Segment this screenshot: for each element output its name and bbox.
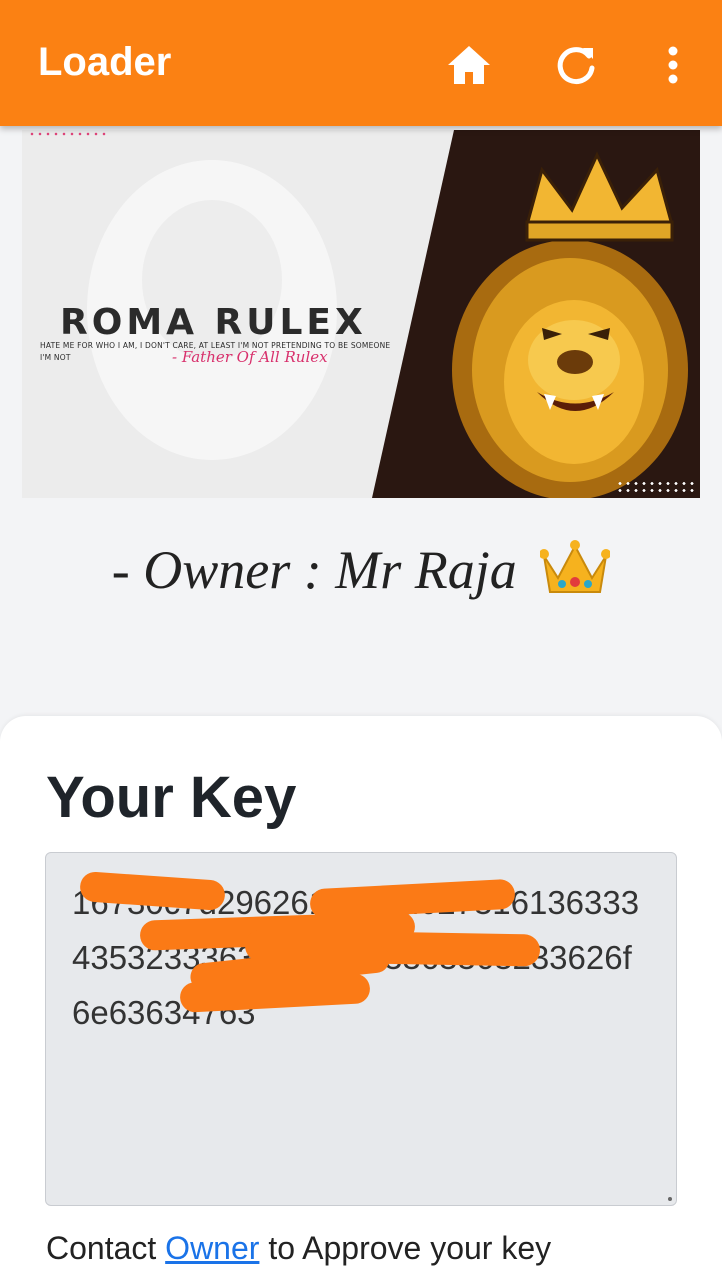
contact-line: Contact Owner to Approve your key (46, 1230, 551, 1267)
owner-link[interactable]: Owner (165, 1230, 259, 1266)
resize-handle[interactable] (668, 1197, 672, 1201)
key-heading: Your Key (46, 765, 297, 830)
home-icon[interactable] (444, 40, 494, 90)
crown-icon (539, 538, 612, 613)
app-title: Loader (38, 40, 172, 84)
banner-brand: ROMA RULEX (60, 302, 367, 343)
app-bar: Loader (0, 0, 722, 126)
contact-suffix: to Approve your key (259, 1230, 552, 1266)
more-vert-icon[interactable] (648, 40, 698, 90)
banner-image: ROMA RULEX HATE ME FOR WHO I AM, I DON'T… (22, 130, 700, 498)
owner-line: - Owner : Mr Raja (0, 538, 722, 613)
decorative-dots (616, 480, 696, 494)
decorative-dots (28, 132, 108, 136)
refresh-icon[interactable] (551, 40, 601, 90)
key-card: Your Key 16730c7d2962616516d627316136333… (0, 716, 722, 1280)
owner-text: - Owner : Mr Raja (111, 539, 517, 600)
banner-signature: - Father Of All Rulex (172, 348, 328, 366)
contact-prefix: Contact (46, 1230, 166, 1266)
